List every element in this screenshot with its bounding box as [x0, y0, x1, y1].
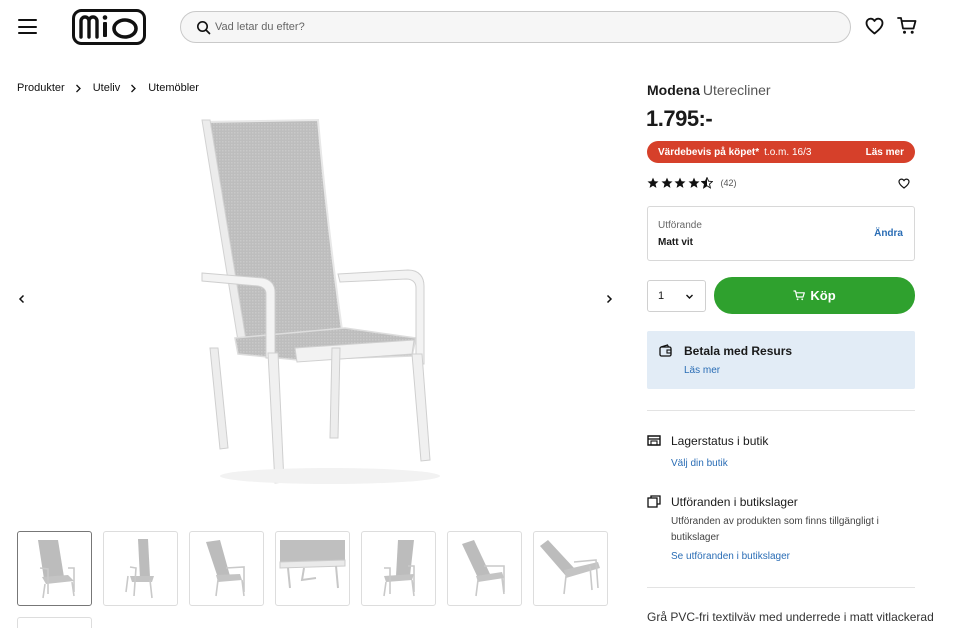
search-bar[interactable]	[180, 11, 851, 43]
promo-banner[interactable]: Värdebevis på köpet* t.o.m. 16/3 Läs mer	[647, 141, 915, 163]
variant-selector[interactable]: Utförande Matt vit Ändra	[647, 206, 915, 261]
store-variants-link[interactable]: Se utföranden i butikslager	[671, 551, 790, 562]
star-half-icon	[701, 177, 713, 189]
thumbnail[interactable]	[275, 531, 350, 606]
chevron-left-icon[interactable]	[17, 294, 27, 304]
chevron-right-icon	[75, 84, 81, 92]
thumbnail[interactable]	[17, 531, 92, 606]
price: 1.795:-	[646, 106, 713, 131]
breadcrumb-item[interactable]: Utemöbler	[148, 82, 199, 94]
thumbnail[interactable]	[189, 531, 264, 606]
buy-button[interactable]: Köp	[714, 277, 915, 314]
store-variants-text: Utföranden av produkten som finns tillgä…	[671, 516, 879, 543]
cart-icon[interactable]	[897, 16, 917, 35]
product-name: Modena	[647, 82, 700, 98]
breadcrumb: Produkter Uteliv Utemöbler	[17, 82, 199, 94]
thumbnail[interactable]	[103, 531, 178, 606]
divider	[647, 410, 915, 411]
thumbnail[interactable]	[533, 531, 608, 606]
product-title: Modena Uterecliner	[647, 82, 771, 98]
star-icon	[674, 177, 686, 188]
store-stock-title: Lagerstatus i butik	[671, 434, 769, 448]
promo-label: Värdebevis på köpet*	[658, 146, 760, 158]
buy-label: Köp	[810, 288, 836, 303]
search-input[interactable]	[215, 12, 835, 42]
breadcrumb-item[interactable]: Produkter	[17, 82, 65, 94]
choose-store-link[interactable]: Välj din butik	[671, 458, 728, 469]
change-variant-link[interactable]: Ändra	[874, 228, 903, 239]
quantity-select[interactable]: 1	[647, 280, 706, 312]
thumbnail[interactable]	[447, 531, 522, 606]
review-count: (42)	[720, 178, 737, 188]
product-description: Grå PVC-fri textilväv med underrede i ma…	[647, 610, 934, 624]
thumbnail[interactable]	[361, 531, 436, 606]
quantity-value: 1	[658, 290, 665, 302]
heart-icon[interactable]	[865, 17, 884, 35]
chevron-down-icon	[686, 294, 693, 299]
store-variants-title: Utföranden i butikslager	[671, 495, 798, 509]
variant-value: Matt vit	[658, 237, 693, 248]
store-icon	[647, 435, 661, 446]
rating[interactable]: (42)	[647, 177, 737, 189]
payment-box: Betala med Resurs Läs mer	[647, 331, 915, 389]
search-icon	[197, 21, 211, 35]
breadcrumb-item[interactable]: Uteliv	[93, 82, 121, 94]
thumbnail[interactable]	[17, 617, 92, 628]
payment-title: Betala med Resurs	[684, 344, 793, 358]
promo-date: t.o.m. 16/3	[764, 146, 812, 158]
chevron-right-icon	[131, 84, 137, 92]
star-icon	[661, 177, 672, 188]
logo[interactable]	[72, 9, 146, 45]
heart-icon[interactable]	[898, 178, 910, 189]
copy-icon	[647, 495, 661, 508]
wallet-icon	[659, 344, 672, 357]
product-image[interactable]	[180, 108, 450, 498]
menu-icon[interactable]	[18, 19, 37, 34]
cart-icon	[793, 290, 806, 301]
star-icon	[647, 177, 659, 188]
product-subtitle: Uterecliner	[702, 82, 771, 98]
variant-label: Utförande	[658, 220, 702, 231]
chevron-right-icon[interactable]	[604, 294, 614, 304]
star-icon	[688, 177, 699, 188]
promo-read-more-link[interactable]: Läs mer	[866, 147, 904, 158]
divider	[647, 587, 915, 588]
payment-read-more-link[interactable]: Läs mer	[684, 365, 720, 376]
